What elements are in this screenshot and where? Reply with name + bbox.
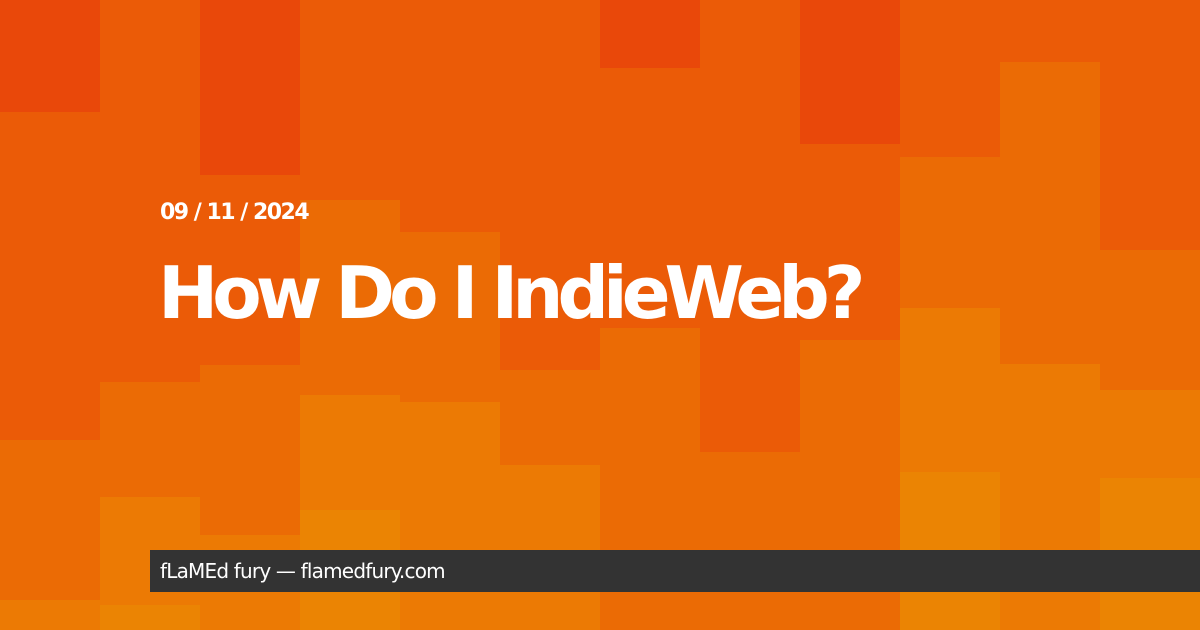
background-block (200, 0, 300, 175)
background-block (0, 112, 100, 440)
background-block (200, 365, 300, 535)
background-block (100, 382, 200, 497)
background-block (1100, 250, 1200, 390)
footer-bar: fLaMEd fury — flamedfury.com (150, 550, 1200, 592)
background-block (1100, 0, 1200, 250)
background-block (600, 0, 700, 68)
post-date: 09 / 11 / 2024 (160, 200, 310, 225)
background-block (1100, 390, 1200, 478)
background-block (500, 465, 600, 630)
background-block (300, 0, 400, 200)
background-block (900, 0, 1000, 157)
background-block (700, 452, 800, 630)
background-block (1000, 62, 1100, 364)
background-block (500, 370, 600, 465)
background-block (1000, 0, 1100, 62)
background-block (700, 0, 800, 452)
background-block (0, 600, 100, 630)
background-block (300, 395, 400, 510)
background-block (100, 605, 200, 630)
background-block (800, 0, 900, 144)
background-block (0, 440, 100, 600)
background-block (900, 308, 1000, 472)
background-block (400, 0, 500, 232)
footer-site-label: fLaMEd fury — flamedfury.com (160, 559, 446, 583)
post-title: How Do I IndieWeb? (158, 251, 866, 335)
background-block (900, 157, 1000, 308)
background-block (400, 402, 500, 630)
background-block (0, 0, 100, 112)
